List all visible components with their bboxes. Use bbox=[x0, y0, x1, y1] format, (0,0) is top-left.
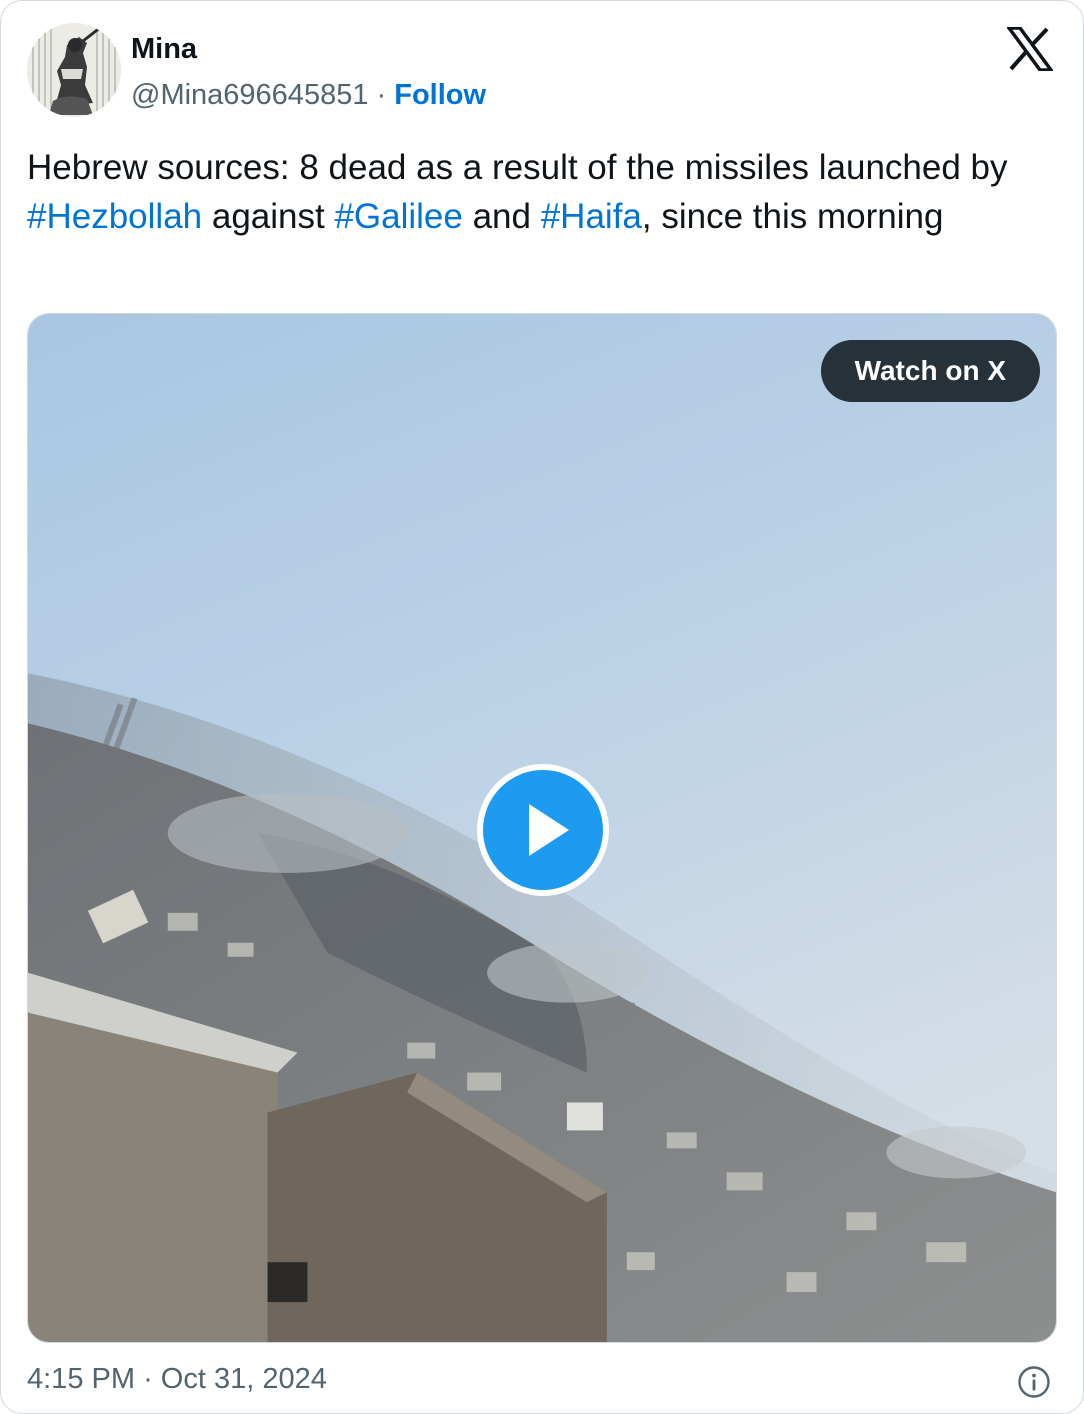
tweet-text-part: , since this morning bbox=[641, 197, 944, 236]
author-name[interactable]: Mina bbox=[131, 33, 197, 66]
tweet-text-part: and bbox=[462, 197, 541, 236]
x-logo-icon[interactable] bbox=[1007, 27, 1053, 71]
play-icon bbox=[529, 804, 569, 856]
play-button[interactable] bbox=[477, 764, 609, 896]
info-icon[interactable] bbox=[1017, 1365, 1051, 1399]
tweet-text-part: against bbox=[202, 197, 335, 236]
tweet-time: 4:15 PM bbox=[27, 1363, 135, 1395]
tweet-text: Hebrew sources: 8 dead as a result of th… bbox=[27, 143, 1062, 241]
timestamp-separator: · bbox=[143, 1363, 153, 1395]
follow-button[interactable]: Follow bbox=[394, 79, 486, 111]
hashtag-galilee[interactable]: #Galilee bbox=[334, 197, 462, 236]
tweet-timestamp[interactable]: 4:15 PM · Oct 31, 2024 bbox=[27, 1363, 327, 1396]
tweet-text-part: Hebrew sources: 8 dead as a result of th… bbox=[27, 148, 1008, 187]
author-handle[interactable]: @Mina696645851 bbox=[131, 79, 368, 111]
tweet-embed-card: Mina @Mina696645851 · Follow Hebrew sour… bbox=[0, 0, 1084, 1414]
hashtag-hezbollah[interactable]: #Hezbollah bbox=[27, 197, 202, 236]
avatar-image bbox=[27, 23, 121, 117]
watch-on-x-button[interactable]: Watch on X bbox=[820, 340, 1040, 402]
video-media[interactable]: Watch on X bbox=[27, 313, 1057, 1343]
avatar[interactable] bbox=[27, 23, 121, 117]
hashtag-haifa[interactable]: #Haifa bbox=[541, 197, 642, 236]
tweet-date: Oct 31, 2024 bbox=[160, 1363, 327, 1395]
handle-separator: · bbox=[376, 79, 387, 111]
author-handle-line: @Mina696645851 · Follow bbox=[131, 79, 486, 112]
